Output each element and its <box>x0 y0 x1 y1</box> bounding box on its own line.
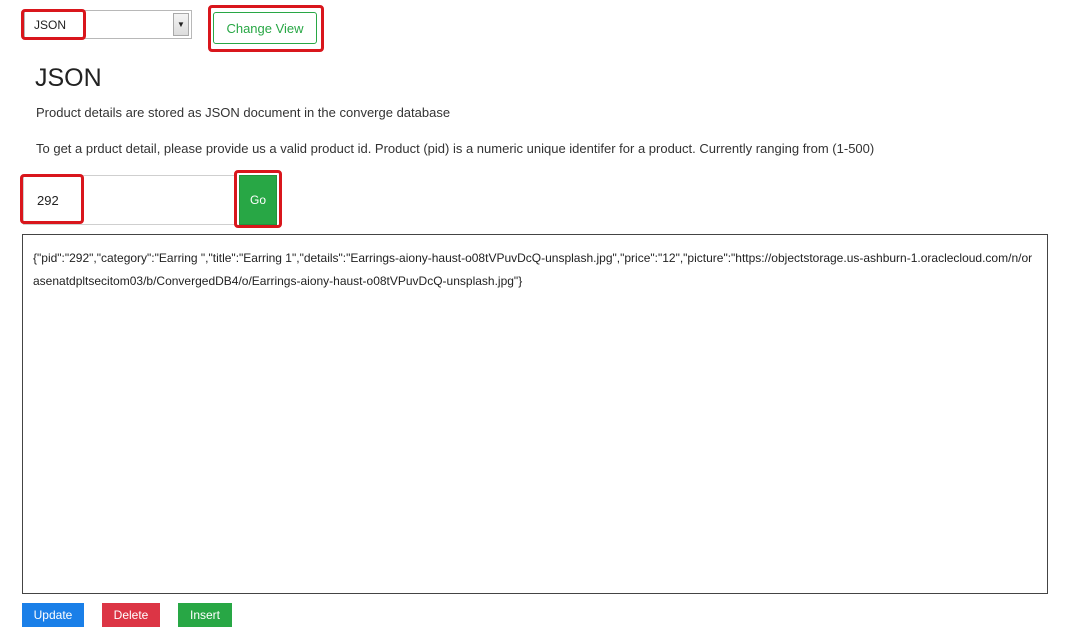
view-select-value: JSON <box>34 18 67 32</box>
insert-button[interactable]: Insert <box>178 603 232 627</box>
description-text: Product details are stored as JSON docum… <box>36 105 451 120</box>
dropdown-arrow-icon[interactable]: ▼ <box>173 13 189 36</box>
change-view-button[interactable]: Change View <box>213 12 317 44</box>
update-button[interactable]: Update <box>22 603 84 627</box>
instructions-text: To get a prduct detail, please provide u… <box>36 141 875 156</box>
product-id-input[interactable] <box>23 175 237 225</box>
view-select[interactable]: JSON ▼ <box>24 10 192 39</box>
page-title: JSON <box>35 64 102 92</box>
json-output-textarea[interactable]: {"pid":"292","category":"Earring ","titl… <box>22 234 1048 594</box>
delete-button[interactable]: Delete <box>102 603 160 627</box>
page: JSON ▼ Change View JSON Product details … <box>0 0 1076 638</box>
go-button[interactable]: Go <box>239 175 277 225</box>
